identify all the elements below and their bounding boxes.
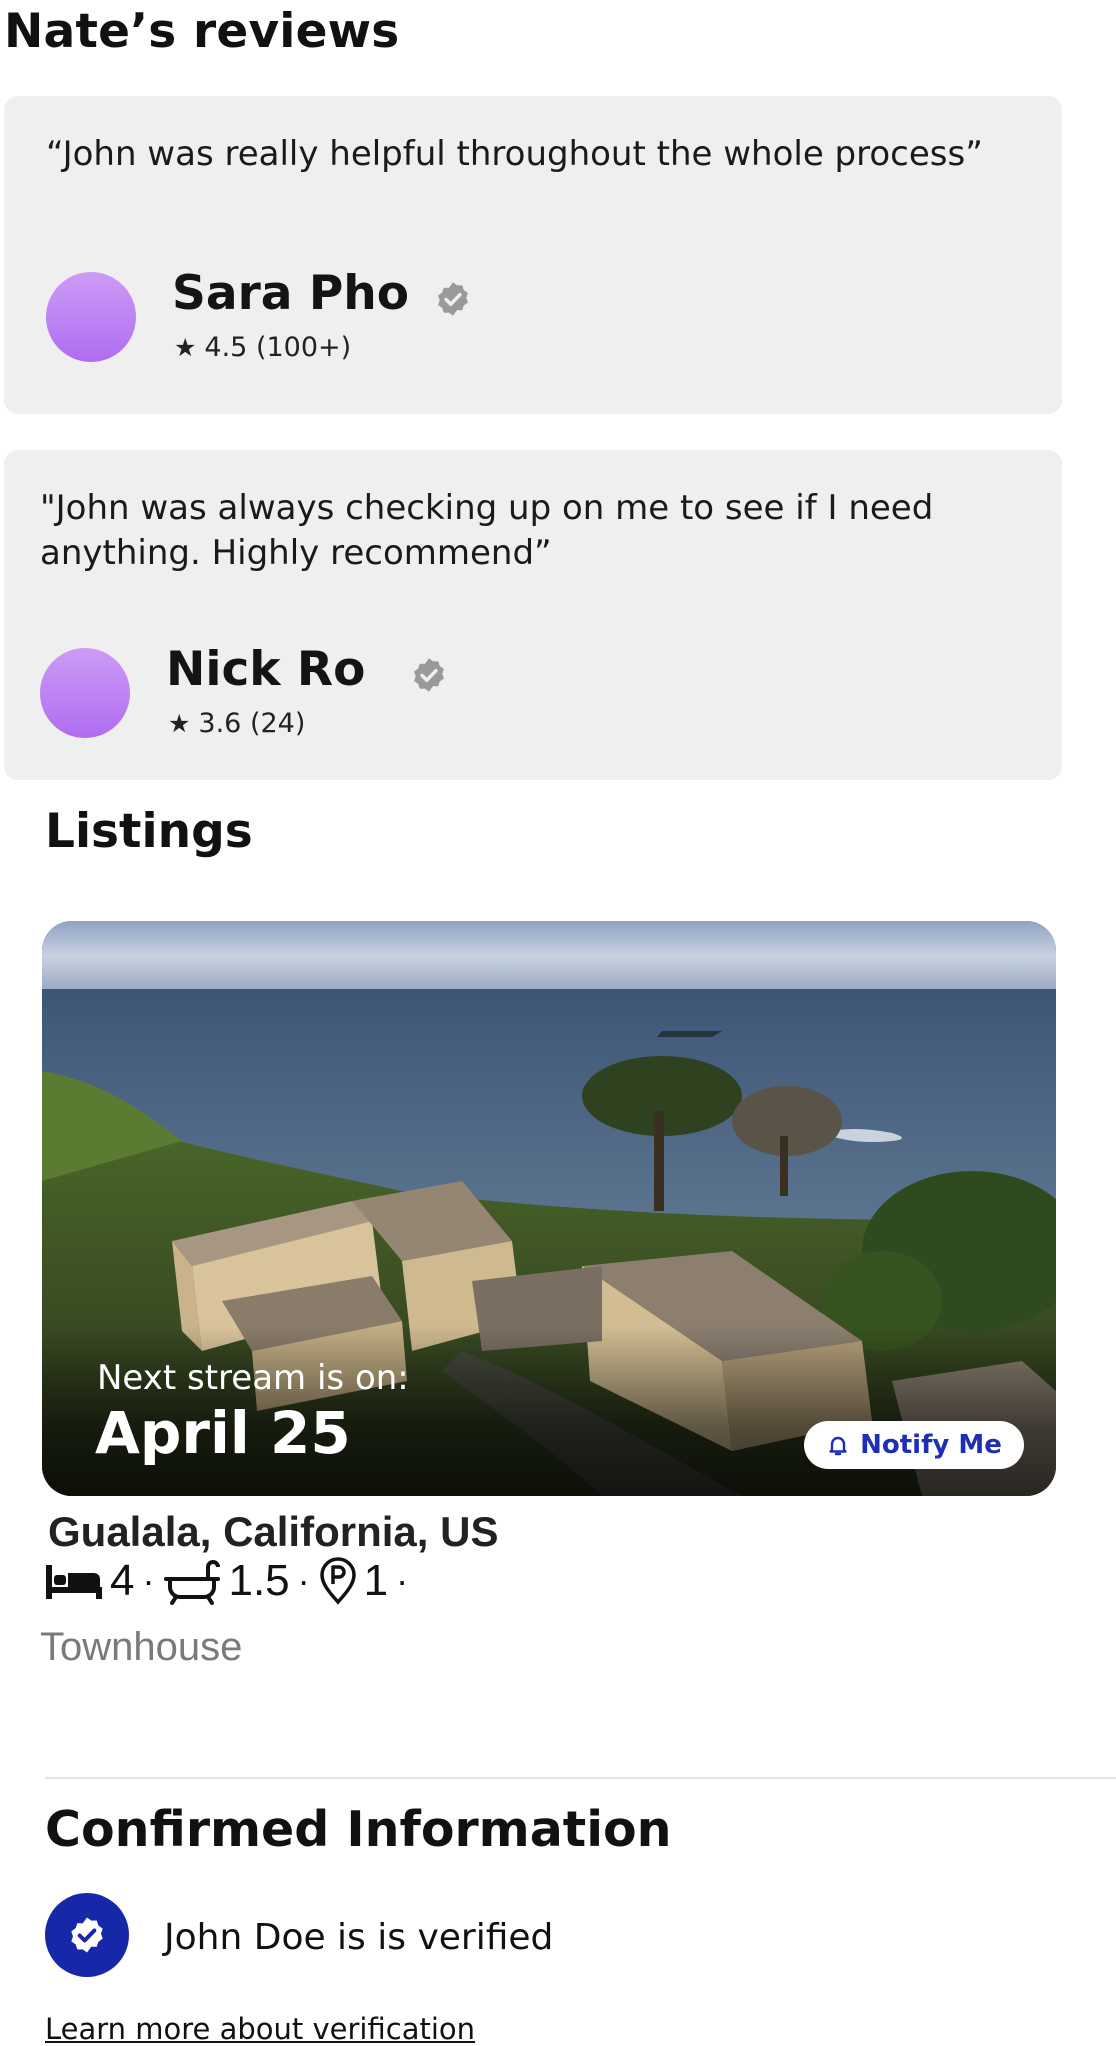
- review-quote: "John was always checking up on me to se…: [40, 488, 934, 573]
- bed-icon: [46, 1565, 102, 1599]
- avatar[interactable]: [46, 272, 136, 362]
- section-divider: [45, 1777, 1116, 1779]
- review-card: "John was always checking up on me to se…: [4, 450, 1062, 780]
- listing-amenities: 4 · 1.5 · 1 ·: [44, 1556, 410, 1606]
- parking-count: 1: [363, 1556, 389, 1605]
- star-icon: ★: [174, 333, 197, 362]
- baths-count: 1.5: [228, 1556, 290, 1605]
- notify-me-label: Notify Me: [860, 1430, 1002, 1460]
- rating-value: 3.6 (24): [198, 708, 306, 739]
- separator: ·: [142, 1560, 155, 1601]
- check-badge-icon: [71, 1917, 103, 1953]
- avatar[interactable]: [40, 648, 130, 738]
- parking-pin-icon: [319, 1557, 356, 1605]
- next-stream-label: Next stream is on:: [97, 1358, 409, 1398]
- verified-shield-icon: [45, 1893, 129, 1977]
- separator: ·: [396, 1560, 409, 1601]
- listing-card[interactable]: Next stream is on: April 25 Notify Me: [42, 921, 1056, 1496]
- reviews-heading: Nate’s reviews: [4, 4, 400, 59]
- review-card: “John was really helpful throughout the …: [4, 96, 1062, 414]
- verified-status-text: John Doe is is verified: [164, 1917, 554, 1958]
- reviewer-rating: ★ 3.6 (24): [168, 708, 305, 739]
- separator: ·: [297, 1560, 310, 1601]
- review-quote: “John was really helpful throughout the …: [46, 134, 983, 174]
- star-icon: ★: [168, 709, 191, 738]
- verified-badge-icon: [414, 658, 444, 692]
- confirmed-info-heading: Confirmed Information: [45, 1801, 672, 1858]
- reviewer-name[interactable]: Nick Ro: [166, 642, 365, 697]
- next-stream-date: April 25: [95, 1399, 351, 1467]
- bathtub-icon: [164, 1560, 221, 1605]
- beds-count: 4: [110, 1556, 135, 1605]
- agent-profile-page: Nate’s reviews “John was really helpful …: [0, 0, 1116, 2046]
- reviewer-name[interactable]: Sara Pho: [172, 266, 409, 321]
- reviewer-rating: ★ 4.5 (100+): [174, 332, 351, 363]
- listing-location[interactable]: Gualala, California, US: [48, 1508, 498, 1556]
- listings-heading: Listings: [45, 804, 253, 859]
- bell-icon: [829, 1436, 847, 1456]
- learn-more-verification-link[interactable]: Learn more about verification: [45, 2012, 475, 2046]
- verified-badge-icon: [438, 282, 468, 316]
- notify-me-button[interactable]: Notify Me: [804, 1421, 1024, 1469]
- property-type: Townhouse: [40, 1625, 243, 1669]
- rating-value: 4.5 (100+): [204, 332, 352, 363]
